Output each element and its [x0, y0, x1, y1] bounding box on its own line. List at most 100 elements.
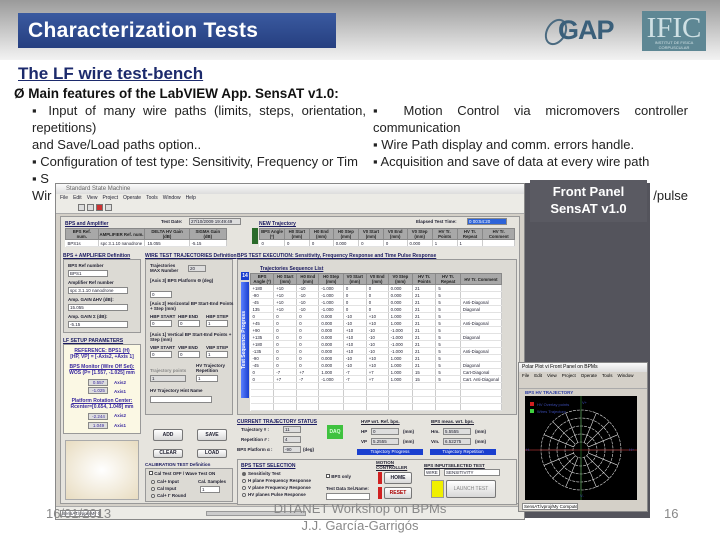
- menu-item[interactable]: View: [547, 373, 557, 378]
- calib-samples-input[interactable]: 1: [200, 486, 220, 493]
- table-cell: -1.000: [318, 375, 344, 383]
- table-row[interactable]: 0 +7 -7 -1.000 -7 +7 1.000 15 5 Cart. Anti-Diagon…: [250, 375, 503, 383]
- test-radio[interactable]: HV planes Pulse Response: [242, 492, 306, 497]
- hbp-start-input[interactable]: 0: [150, 320, 172, 327]
- table-cell: [250, 382, 275, 390]
- empty-row: [250, 382, 503, 390]
- table-row[interactable]: -90 0 0 0.000 -10 +10 1.000 21 5: [250, 354, 503, 362]
- table-cell: [273, 403, 298, 411]
- calib-toggle[interactable]: Cal Test OFF / Wave Test ON: [149, 471, 215, 476]
- menu-item[interactable]: Help: [186, 195, 196, 201]
- clear-button[interactable]: CLEAR: [153, 449, 183, 458]
- table-cell: +10: [273, 284, 298, 292]
- save-button[interactable]: SAVE: [197, 429, 227, 441]
- radio-label: Cal+ Input: [157, 479, 179, 484]
- pause-icon[interactable]: [105, 204, 112, 211]
- test-radio[interactable]: V plane Frequency Response: [242, 485, 311, 490]
- menu-item[interactable]: Project: [102, 195, 118, 201]
- amp-ref-input[interactable]: spc 3.1.10 nanodrone: [68, 287, 128, 294]
- table-row[interactable]: +90 0 0 0.000 +10 -10 -1.000 21 5: [250, 326, 503, 334]
- table-row[interactable]: +180 0 0 0.000 +10 -10 -1.000 21 5: [250, 340, 503, 348]
- menu-item[interactable]: View: [87, 195, 98, 201]
- table-cell: -10: [366, 347, 389, 355]
- polar-project-path: SensAT.lvproj/My Computer: [522, 503, 578, 510]
- launch-test-button[interactable]: LAUNCH TEST: [446, 480, 496, 498]
- menu-item[interactable]: Edit: [534, 373, 542, 378]
- menu-item[interactable]: File: [522, 373, 529, 378]
- front-panel-label-line: Front Panel: [552, 184, 625, 199]
- reference-eq: [HP, VP] = [-Axis2, +Axis 1]: [70, 354, 134, 360]
- table-row[interactable]: +135 0 0 0.000 +10 -10 -1.000 21 5 Diagonal: [250, 333, 503, 341]
- traj-name-input[interactable]: [150, 396, 212, 403]
- menu-item[interactable]: Operate: [123, 195, 141, 201]
- menu-item[interactable]: Window: [618, 373, 634, 378]
- table-cell: [412, 389, 437, 397]
- home-button[interactable]: HOME: [384, 472, 412, 484]
- add-button[interactable]: ADD: [153, 429, 183, 441]
- menu-item[interactable]: Edit: [73, 195, 82, 201]
- hbp-end-input[interactable]: 0: [178, 320, 200, 327]
- vbp-start-input[interactable]: 0: [150, 351, 172, 358]
- test-radio[interactable]: Sensitivity Test: [242, 471, 281, 476]
- wire-def-box: Trajectories MAX Number 20 [Axis 3] BPS …: [145, 259, 233, 415]
- table-row[interactable]: -45 0 0 0.000 -10 +10 1.000 21 5 Diagonal: [250, 361, 503, 369]
- table-cell: -1.000: [318, 291, 344, 299]
- bps-ref-input[interactable]: BPS1: [68, 270, 108, 277]
- column-header: HV Tr. Repeat: [435, 273, 461, 285]
- empty-row: [250, 389, 503, 397]
- table-cell: [412, 396, 437, 404]
- column-header: V0 Start (mm): [342, 273, 367, 285]
- test-radio[interactable]: H plane Frequency Response: [242, 478, 311, 483]
- table-row[interactable]: +180 +10 -10 -1.000 0 0 0.000 21 5: [250, 284, 503, 292]
- reset-button[interactable]: RESET: [384, 487, 412, 499]
- platform-angle-input[interactable]: 0: [150, 291, 172, 298]
- vbp-step-label: VBP STEP: [206, 345, 229, 350]
- hbp-step-input[interactable]: 1: [206, 320, 228, 327]
- gain-hv-label: Amp. GAIN ∆HV (dB):: [68, 297, 114, 302]
- menu-item[interactable]: File: [60, 195, 68, 201]
- run-continuous-icon[interactable]: [87, 204, 94, 211]
- ific-logo: IFIC INSTITUT DE FISICA CORPUSCULAR: [642, 11, 706, 51]
- table-row[interactable]: +45 0 0 0.000 -10 +10 1.000 21 5 Anti-Diagonal: [250, 319, 503, 327]
- table-cell: -10: [296, 291, 320, 299]
- traj-rep-input[interactable]: 1: [196, 375, 218, 382]
- menu-item[interactable]: Tools: [602, 373, 613, 378]
- table-row[interactable]: -90 +10 -10 -1.000 0 0 0.000 21 5: [250, 291, 503, 299]
- table-cell: [460, 312, 503, 320]
- table-row[interactable]: 0 0 0 0.000 -10 +10 1.000 21 5: [250, 312, 503, 320]
- table-cell: 0: [250, 368, 275, 376]
- bps-only-checkbox[interactable]: BPS only: [326, 474, 351, 479]
- table-row[interactable]: 0 -7 +7 1.000 -7 +7 1.000 15 5 Cart-Diagonal: [250, 368, 503, 376]
- table-cell: [460, 291, 503, 299]
- menu-item[interactable]: Operate: [581, 373, 597, 378]
- table-row[interactable]: 0 0 0 0.000 0 0 0.000 1 1: [259, 239, 515, 247]
- gain-sigma-input[interactable]: -5.15: [68, 321, 128, 328]
- table-row[interactable]: -45 +10 -10 -1.000 0 0 0.000 21 5 Anti-Diagonal: [250, 298, 503, 306]
- table-cell: 0: [273, 333, 298, 341]
- vbp-step-input[interactable]: 1: [206, 351, 228, 358]
- calib-radio[interactable]: Cal+ Input: [151, 479, 179, 484]
- menu-item[interactable]: Project: [562, 373, 576, 378]
- rc-axis2-value: -2.244: [88, 413, 108, 420]
- main-bullet: Ø Main features of the LabVIEW App. Sens…: [14, 86, 339, 101]
- load-button[interactable]: LOAD: [197, 449, 227, 458]
- abort-icon[interactable]: [96, 204, 103, 211]
- calib-radio[interactable]: Cal+ Γ Round: [151, 493, 186, 498]
- file-name-input[interactable]: [326, 493, 370, 500]
- gain-hv-input[interactable]: 15.055: [68, 304, 128, 311]
- calib-radio[interactable]: Cal Input: [151, 486, 176, 491]
- menu-item[interactable]: Tools: [146, 195, 158, 201]
- table-cell: +10: [343, 326, 367, 334]
- table-row[interactable]: 135 +10 -10 -1.000 0 0 0.000 21 5 Diagonal: [250, 305, 503, 313]
- vbp-end-input[interactable]: 0: [178, 351, 200, 358]
- run-arrow-icon[interactable]: [78, 204, 85, 211]
- menu-item[interactable]: Window: [163, 195, 181, 201]
- table-row[interactable]: BPS1s spc 3.1.10 nanodrone 15.055 -5.15: [65, 239, 228, 247]
- table-row[interactable]: -135 0 0 0.000 +10 -10 -1.000 21 5 Anti-Diagonal: [250, 347, 503, 355]
- table-cell: +7: [366, 368, 389, 376]
- table-cell: [412, 382, 437, 390]
- unit-label: (mm): [475, 439, 486, 444]
- table-cell: 0: [296, 354, 320, 362]
- table-cell: 15: [412, 368, 437, 376]
- platform-alpha-field: -90: [283, 446, 301, 453]
